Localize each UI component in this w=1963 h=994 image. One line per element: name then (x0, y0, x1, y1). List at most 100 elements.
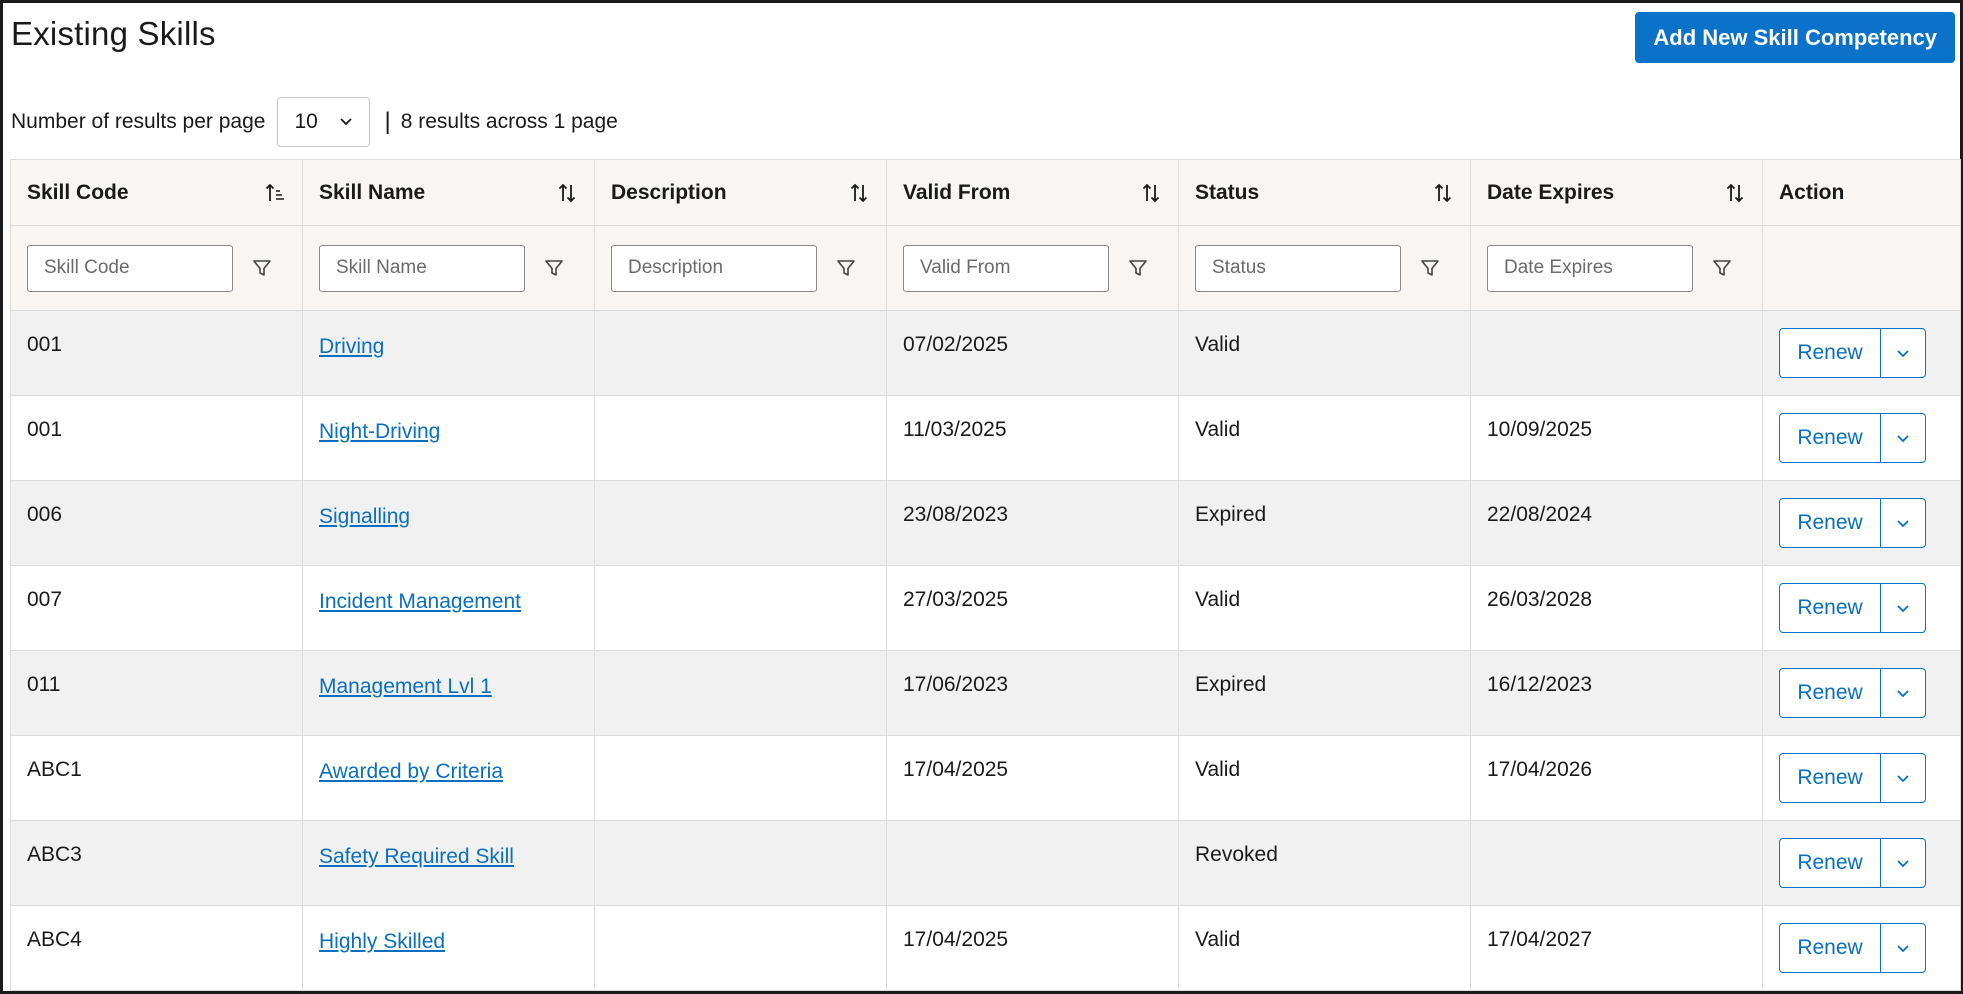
filter-cell (594, 225, 887, 311)
valid-from-cell: 23/08/2023 (886, 480, 1179, 566)
skill-name-cell: Management Lvl 1 (302, 650, 595, 736)
skill-name-cell: Highly Skilled (302, 905, 595, 991)
separator: | (384, 108, 391, 135)
sort-icon[interactable] (556, 182, 578, 204)
skill-name-link[interactable]: Signalling (319, 505, 410, 529)
filter-cell (886, 225, 1179, 311)
filter-cell-empty (1762, 225, 1961, 311)
skill-name-filter-input[interactable] (319, 244, 525, 292)
date-expires-cell (1470, 310, 1763, 396)
column-label: Skill Code (27, 180, 129, 204)
description-cell (594, 820, 887, 906)
skills-table: Skill Code Skill Name Description Valid … (10, 159, 1961, 991)
valid-from-cell: 11/03/2025 (886, 395, 1179, 481)
description-filter-input[interactable] (611, 244, 817, 292)
chevron-down-icon[interactable] (1881, 584, 1925, 632)
chevron-down-icon[interactable] (1881, 414, 1925, 462)
chevron-down-icon[interactable] (1881, 329, 1925, 377)
chevron-down-icon[interactable] (1881, 499, 1925, 547)
chevron-down-icon[interactable] (1881, 839, 1925, 887)
column-header-skill-code[interactable]: Skill Code (10, 159, 303, 226)
status-cell: Valid (1178, 310, 1471, 396)
sort-icon[interactable] (848, 182, 870, 204)
renew-split-button: Renew (1779, 923, 1926, 973)
skill-code-filter-input[interactable] (27, 244, 233, 292)
table-row: 011 Management Lvl 1 17/06/2023 Expired … (10, 650, 1961, 736)
column-label: Action (1779, 180, 1845, 204)
sort-icon[interactable] (1724, 182, 1746, 204)
description-cell (594, 905, 887, 991)
skill-name-link[interactable]: Incident Management (319, 590, 521, 614)
skill-name-cell: Signalling (302, 480, 595, 566)
skill-name-link[interactable]: Management Lvl 1 (319, 675, 492, 699)
action-cell: Renew (1762, 480, 1961, 566)
column-header-description[interactable]: Description (594, 159, 887, 226)
column-header-skill-name[interactable]: Skill Name (302, 159, 595, 226)
skill-name-cell: Awarded by Criteria (302, 735, 595, 821)
table-row: 006 Signalling 23/08/2023 Expired 22/08/… (10, 480, 1961, 566)
column-header-valid-from[interactable]: Valid From (886, 159, 1179, 226)
status-cell: Expired (1178, 480, 1471, 566)
renew-button[interactable]: Renew (1780, 414, 1881, 462)
chevron-down-icon[interactable] (1881, 924, 1925, 972)
column-header-status[interactable]: Status (1178, 159, 1471, 226)
chevron-down-icon[interactable] (1881, 754, 1925, 802)
filter-cell (1470, 225, 1763, 311)
column-header-action: Action (1762, 159, 1961, 226)
renew-button[interactable]: Renew (1780, 499, 1881, 547)
column-header-date-expires[interactable]: Date Expires (1470, 159, 1763, 226)
renew-button[interactable]: Renew (1780, 329, 1881, 377)
valid-from-cell: 17/04/2025 (886, 905, 1179, 991)
table-body: 001 Driving 07/02/2025 Valid Renew 001 N… (10, 310, 1961, 991)
filter-icon[interactable] (251, 257, 273, 279)
per-page-select[interactable]: 10 (277, 97, 371, 147)
filter-icon[interactable] (543, 257, 565, 279)
status-cell: Revoked (1178, 820, 1471, 906)
valid-from-filter-input[interactable] (903, 244, 1109, 292)
table-header-row: Skill Code Skill Name Description Valid … (10, 159, 1961, 226)
renew-button[interactable]: Renew (1780, 754, 1881, 802)
renew-split-button: Renew (1779, 413, 1926, 463)
filter-icon[interactable] (835, 257, 857, 279)
status-cell: Valid (1178, 565, 1471, 651)
sort-icon[interactable] (1432, 182, 1454, 204)
chevron-down-icon (339, 110, 353, 134)
renew-split-button: Renew (1779, 328, 1926, 378)
valid-from-cell: 27/03/2025 (886, 565, 1179, 651)
status-filter-input[interactable] (1195, 244, 1401, 292)
skill-name-link[interactable]: Safety Required Skill (319, 845, 514, 869)
skill-code-cell: 001 (10, 310, 303, 396)
skill-name-link[interactable]: Highly Skilled (319, 930, 445, 954)
renew-button[interactable]: Renew (1780, 924, 1881, 972)
column-label: Description (611, 180, 727, 204)
renew-split-button: Renew (1779, 753, 1926, 803)
renew-split-button: Renew (1779, 838, 1926, 888)
column-label: Status (1195, 180, 1260, 204)
date-expires-filter-input[interactable] (1487, 244, 1693, 292)
action-cell: Renew (1762, 905, 1961, 991)
filter-icon[interactable] (1419, 257, 1441, 279)
skill-name-link[interactable]: Night-Driving (319, 420, 440, 444)
results-count: 8 results across 1 page (400, 110, 618, 133)
filter-icon[interactable] (1127, 257, 1149, 279)
renew-button[interactable]: Renew (1780, 839, 1881, 887)
table-row: 001 Night-Driving 11/03/2025 Valid 10/09… (10, 395, 1961, 481)
date-expires-cell: 10/09/2025 (1470, 395, 1763, 481)
column-label: Date Expires (1487, 180, 1615, 204)
skill-code-cell: 006 (10, 480, 303, 566)
chevron-down-icon[interactable] (1881, 669, 1925, 717)
renew-button[interactable]: Renew (1780, 584, 1881, 632)
renew-split-button: Renew (1779, 498, 1926, 548)
renew-split-button: Renew (1779, 668, 1926, 718)
skill-name-link[interactable]: Awarded by Criteria (319, 760, 503, 784)
skill-name-cell: Incident Management (302, 565, 595, 651)
date-expires-cell: 22/08/2024 (1470, 480, 1763, 566)
add-new-skill-button[interactable]: Add New Skill Competency (1635, 12, 1955, 63)
per-page-label: Number of results per page (11, 110, 266, 133)
filter-icon[interactable] (1711, 257, 1733, 279)
status-cell: Valid (1178, 395, 1471, 481)
renew-button[interactable]: Renew (1780, 669, 1881, 717)
sort-ascending-icon[interactable] (264, 182, 286, 204)
skill-name-link[interactable]: Driving (319, 335, 384, 359)
sort-icon[interactable] (1140, 182, 1162, 204)
